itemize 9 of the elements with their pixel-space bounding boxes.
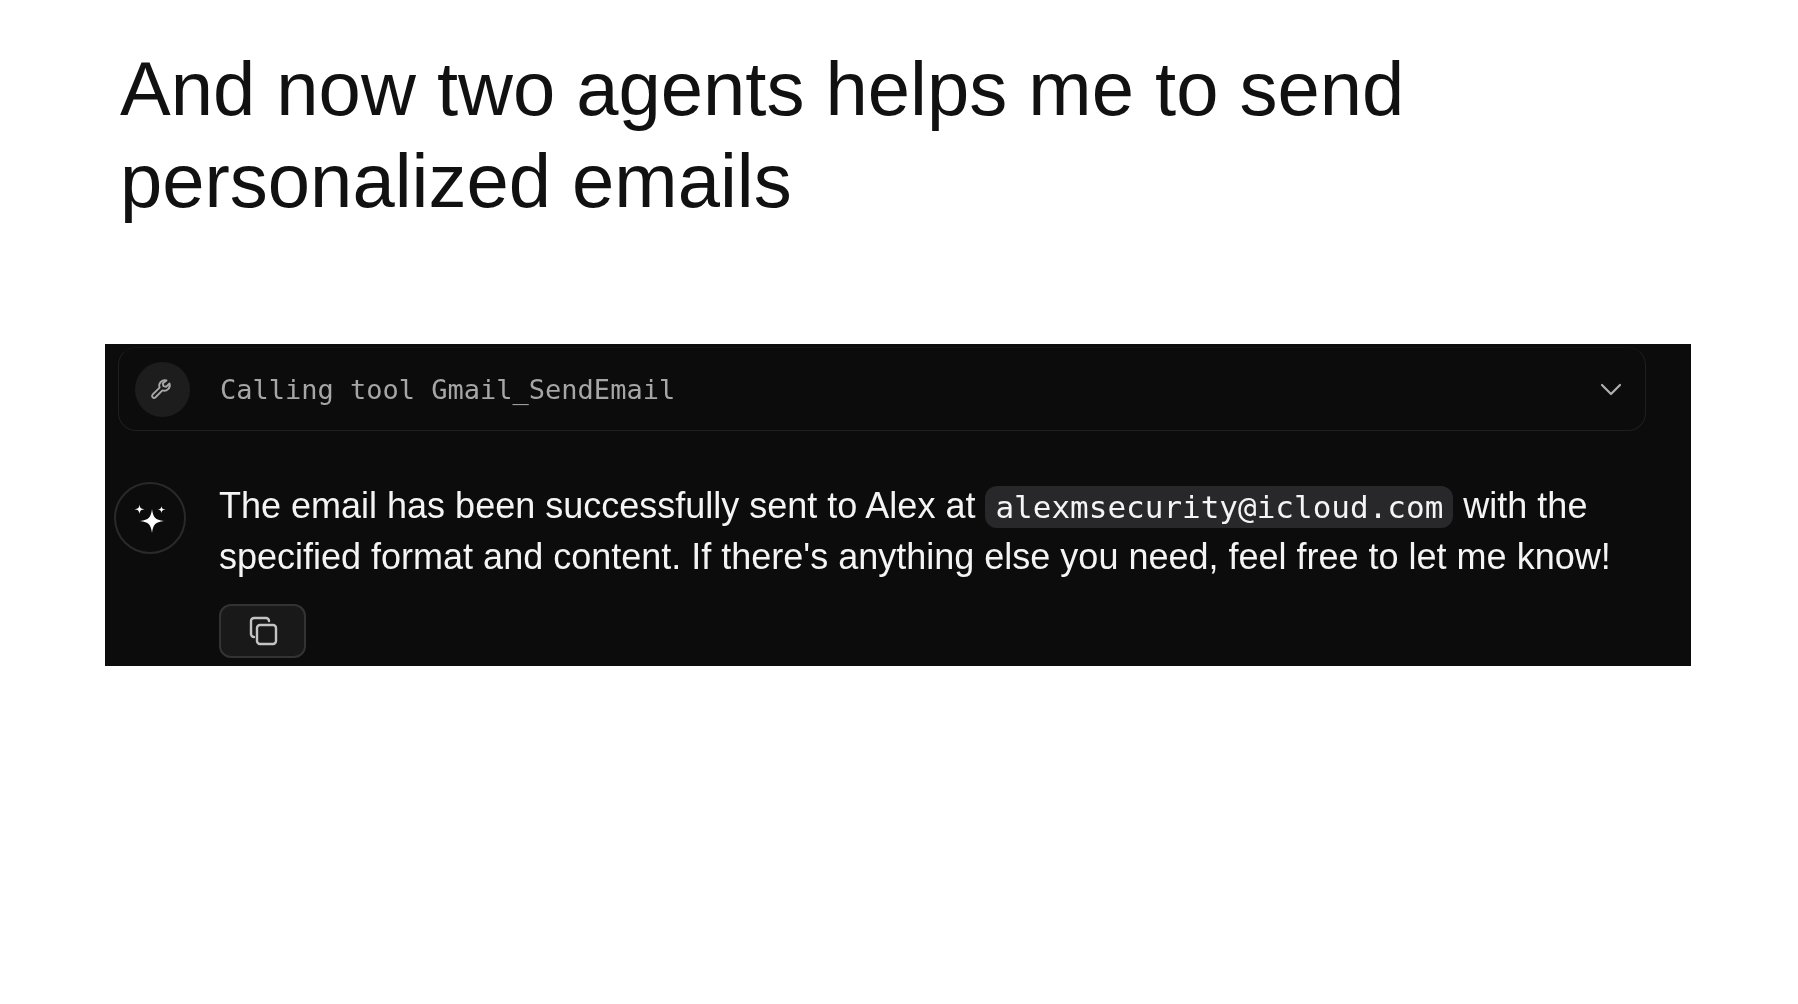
tool-call-card[interactable]: Calling tool Gmail_SendEmail xyxy=(118,347,1646,431)
message-text: The email has been successfully sent to Alex at alexmsecurity@icloud.com with the specified format and content. If there's anything else you need, feel free to let me know! xyxy=(219,484,1612,579)
slide-title: And now two agents helps me to send personalized emails xyxy=(119,45,1406,225)
chevron-down-icon[interactable] xyxy=(1600,382,1622,396)
wrench-icon xyxy=(135,361,190,417)
copy-icon xyxy=(247,616,278,646)
tool-call-label: Calling tool Gmail_SendEmail xyxy=(220,373,677,405)
sparkle-icon xyxy=(114,482,186,554)
copy-button[interactable] xyxy=(219,604,306,658)
